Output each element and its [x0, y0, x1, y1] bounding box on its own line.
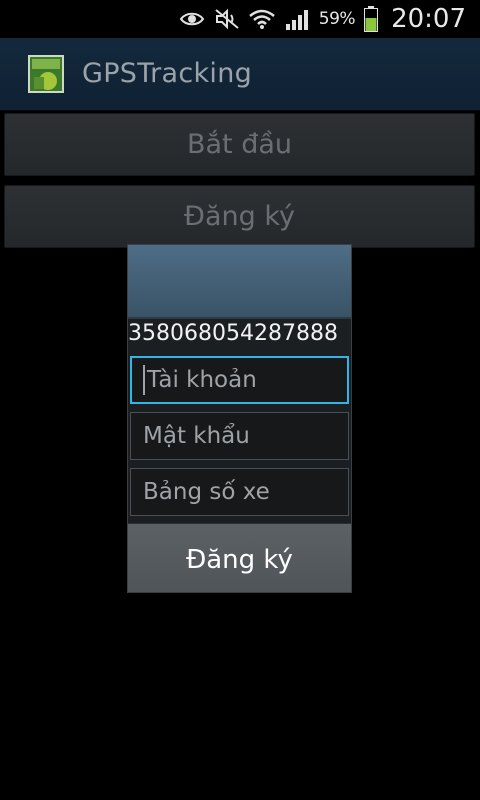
- status-icons: 59% 20:07: [179, 0, 480, 38]
- battery-fill: [365, 18, 377, 31]
- wifi-icon: [248, 9, 275, 29]
- action-bar: GPSTracking: [0, 38, 480, 111]
- dialog-header: [128, 245, 351, 319]
- android-app-icon[interactable]: [28, 55, 64, 93]
- eye-icon: [179, 12, 204, 26]
- license-plate-placeholder: Bảng số xe: [143, 479, 270, 505]
- account-placeholder: Tài khoản: [147, 367, 257, 393]
- account-input[interactable]: Tài khoản: [130, 356, 349, 404]
- register-dialog: 358068054287888 Tài khoản Mật khẩu Bảng …: [127, 244, 352, 593]
- device-id: 358068054287888: [128, 321, 338, 346]
- password-input[interactable]: Mật khẩu: [130, 412, 349, 460]
- license-plate-input[interactable]: Bảng số xe: [130, 468, 349, 516]
- text-cursor: [143, 365, 145, 395]
- dialog-register-button[interactable]: Đăng ký: [128, 523, 351, 592]
- battery-icon: [364, 6, 379, 32]
- signal-icon: [285, 10, 308, 30]
- clock: 20:07: [391, 4, 466, 34]
- battery-percent: 59%: [318, 9, 356, 29]
- start-button[interactable]: Bắt đầu: [4, 113, 475, 176]
- app-title: GPSTracking: [82, 58, 253, 89]
- mute-icon: [215, 8, 239, 30]
- password-placeholder: Mật khẩu: [143, 423, 250, 449]
- register-button[interactable]: Đăng ký: [4, 185, 475, 248]
- status-bar: 59% 20:07: [0, 0, 480, 38]
